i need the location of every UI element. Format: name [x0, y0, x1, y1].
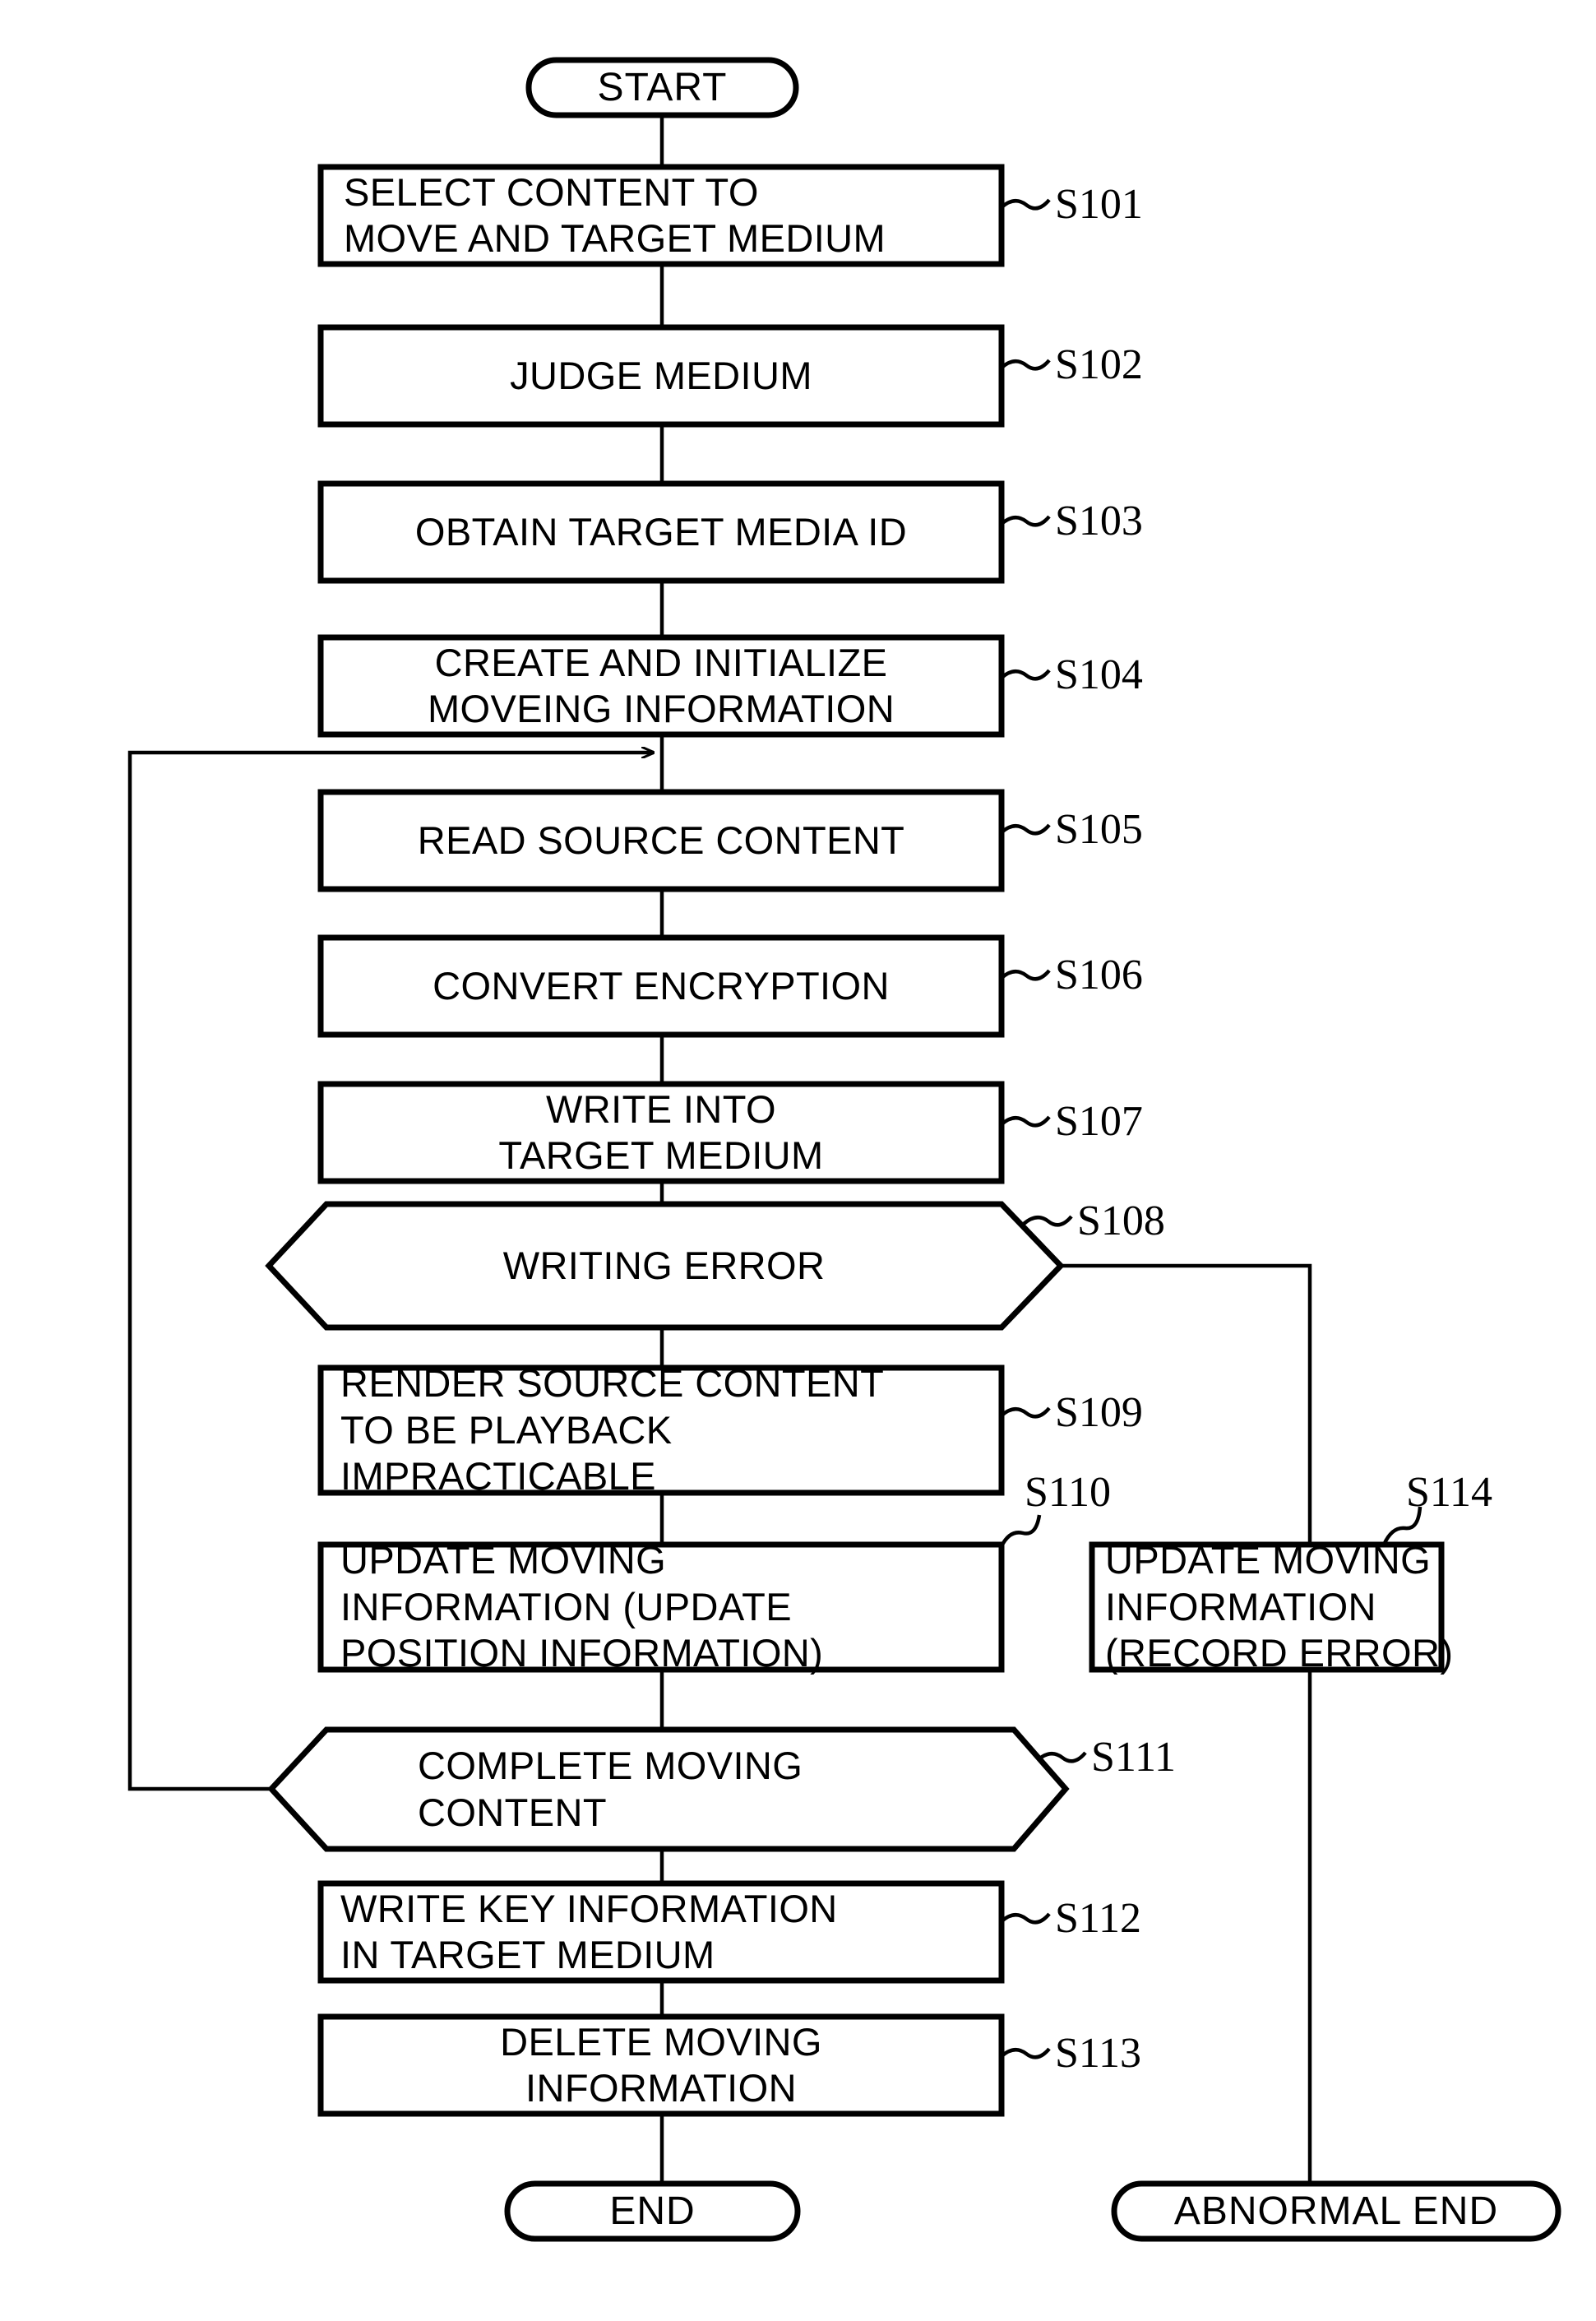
- start-terminator-label: START: [597, 66, 728, 109]
- end-terminator-label: END: [609, 2189, 696, 2233]
- leader-s108: [1022, 1215, 1073, 1227]
- step-label-s105: S105: [1055, 806, 1143, 853]
- step-label-s103: S103: [1055, 498, 1143, 544]
- step-label-s106: S106: [1055, 952, 1143, 998]
- leader-s113: [1000, 2047, 1051, 2059]
- s109-box: [317, 1364, 1005, 1496]
- leader-s110: [999, 1514, 1042, 1548]
- s114-box: [1089, 1541, 1445, 1673]
- s104-box: [317, 634, 1005, 738]
- s107-box: [317, 1081, 1005, 1184]
- s105-box: [317, 789, 1005, 892]
- leader-s103: [1000, 515, 1051, 527]
- s112-box: [317, 1880, 1005, 1984]
- step-label-s104: S104: [1055, 651, 1143, 698]
- s102-box: [317, 324, 1005, 428]
- s110-box: [317, 1541, 1005, 1673]
- leader-s105: [1000, 823, 1051, 836]
- step-label-s101: S101: [1055, 181, 1143, 228]
- step-label-s108: S108: [1077, 1198, 1165, 1244]
- abnormal-end-terminator-label: ABNORMAL END: [1173, 2189, 1499, 2233]
- leader-s106: [1000, 969, 1051, 981]
- s111-hexagon: [267, 1726, 1070, 1852]
- leader-s112: [1000, 1912, 1051, 1925]
- leader-s111: [1036, 1751, 1087, 1763]
- s103-box: [317, 480, 1005, 584]
- s101-box: [317, 164, 1005, 267]
- leader-s104: [1000, 669, 1051, 681]
- s106-box: [317, 934, 1005, 1038]
- step-label-s109: S109: [1055, 1389, 1143, 1436]
- s108-hexagon: [265, 1201, 1065, 1331]
- flowchart-canvas: START END ABNORMAL END SELECT CONTENT TO…: [0, 0, 1596, 2321]
- step-label-s102: S102: [1055, 341, 1143, 388]
- step-label-s112: S112: [1055, 1895, 1141, 1942]
- step-label-s111: S111: [1091, 1734, 1177, 1781]
- s113-box: [317, 2013, 1005, 2117]
- leader-s102: [1000, 359, 1051, 371]
- leader-s101: [1000, 198, 1051, 211]
- step-label-s107: S107: [1055, 1098, 1143, 1145]
- leader-s109: [1000, 1406, 1051, 1419]
- flowchart-graphics: [127, 57, 1561, 2242]
- leader-s107: [1000, 1115, 1051, 1128]
- step-label-s114: S114: [1406, 1469, 1492, 1516]
- step-label-s110: S110: [1025, 1469, 1111, 1516]
- step-label-s113: S113: [1055, 2030, 1141, 2077]
